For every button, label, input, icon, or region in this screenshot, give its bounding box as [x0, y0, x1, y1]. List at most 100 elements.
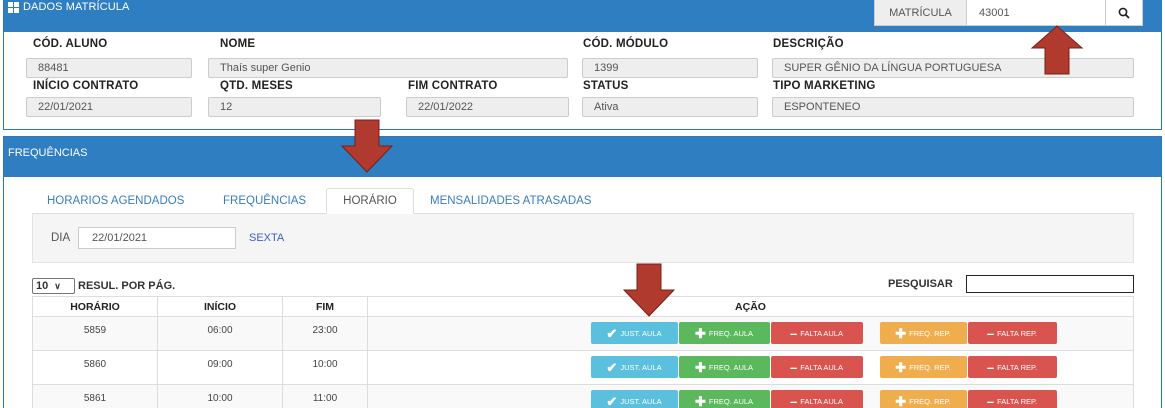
cell-acao: ✔ JUST. AULA ✚ FREQ. AULA – FALTA AULA ✚ FREQ. … [367, 384, 1134, 408]
cell-horario: 5860 [32, 350, 158, 385]
freq-rep-button[interactable]: ✚ FREQ. REP. [879, 356, 967, 378]
matricula-title-text: DADOS MATRÍCULA [23, 1, 130, 13]
arrow-annotation-down [340, 119, 394, 173]
matricula-panel-header: DADOS MATRÍCULA MATRÍCULA [4, 0, 1161, 32]
arrow-annotation-up [1030, 25, 1084, 75]
freq-aula-button[interactable]: ✚ FREQ. AULA [678, 322, 770, 344]
check-icon: ✔ [606, 393, 618, 408]
matricula-search-button[interactable] [1105, 0, 1142, 25]
grid-icon [8, 1, 19, 13]
cell-inicio: 06:00 [157, 316, 283, 351]
table-header-row: HORÁRIO INÍCIO FIM AÇÃO [32, 296, 1134, 317]
dia-filter: DIA 22/01/2021 SEXTA [32, 214, 1134, 263]
tab-bar: HORARIOS AGENDADOS FREQUÊNCIAS HORÁRIO M… [32, 188, 1134, 214]
per-page-label: RESUL. POR PÁG. [78, 280, 176, 292]
falta-aula-button[interactable]: – FALTA AULA [770, 390, 863, 408]
cell-horario: 5861 [32, 384, 158, 408]
per-page-value: 10 [36, 280, 49, 292]
minus-icon: – [986, 393, 995, 408]
page: DADOS MATRÍCULA MATRÍCULA CÓD. ALUNO NOM… [0, 0, 1165, 408]
cod-aluno-field: 88481 [26, 58, 192, 78]
cell-fim: 23:00 [282, 316, 368, 351]
pesquisar-input[interactable] [966, 275, 1134, 293]
status-field: Ativa [582, 97, 758, 117]
minus-icon: – [790, 325, 798, 341]
cell-acao: ✔ JUST. AULA ✚ FREQ. AULA – FALTA AULA ✚ FREQ. … [367, 316, 1134, 351]
fim-contrato-field: 22/01/2022 [406, 97, 569, 117]
plus-icon: ✚ [694, 359, 706, 375]
freq-aula-button[interactable]: ✚ FREQ. AULA [678, 356, 770, 378]
cell-fim: 11:00 [282, 384, 368, 408]
tab-horario[interactable]: HORÁRIO [326, 188, 414, 214]
plus-icon: ✚ [895, 359, 907, 375]
frequencias-panel-header: FREQUÊNCIAS [4, 137, 1161, 177]
freq-rep-button[interactable]: ✚ FREQ. REP. [879, 322, 967, 344]
dia-input[interactable]: 22/01/2021 [78, 227, 236, 249]
frequencias-title: FREQUÊNCIAS [8, 147, 88, 159]
descricao-label: DESCRIÇÃO [773, 38, 844, 50]
falta-rep-button[interactable]: – FALTA REP. [967, 390, 1057, 408]
just-aula-button[interactable]: ✔ JUST. AULA [590, 390, 678, 408]
col-inicio[interactable]: INÍCIO [157, 296, 283, 317]
nome-field: Thaís super Genio [208, 58, 568, 78]
freq-aula-button[interactable]: ✚ FREQ. AULA [678, 390, 770, 408]
dia-weekday: SEXTA [249, 232, 285, 244]
pesquisar-label: PESQUISAR [888, 278, 953, 290]
table-row: 5859 06:00 23:00 ✔ JUST. AULA ✚ FREQ. AULA –… [32, 316, 1134, 351]
plus-icon: ✚ [895, 325, 907, 341]
frequencias-panel: FREQUÊNCIAS HORARIOS AGENDADOS FREQUÊNCI… [3, 136, 1162, 408]
cell-inicio: 10:00 [157, 384, 283, 408]
tipo-marketing-field: ESPONTENEO [772, 97, 1134, 117]
falta-rep-button[interactable]: – FALTA REP. [967, 356, 1057, 378]
cell-inicio: 09:00 [157, 350, 283, 385]
cell-horario: 5859 [32, 316, 158, 351]
table-row: 5861 10:00 11:00 ✔ JUST. AULA ✚ FREQ. AULA –… [32, 384, 1134, 408]
inicio-contrato-field: 22/01/2021 [26, 97, 192, 117]
status-label: STATUS [583, 80, 629, 92]
just-aula-button[interactable]: ✔ JUST. AULA [590, 356, 678, 378]
nome-label: NOME [220, 38, 256, 50]
plus-icon: ✚ [694, 325, 706, 341]
minus-icon: – [790, 393, 798, 408]
falta-aula-button[interactable]: – FALTA AULA [770, 322, 863, 344]
inicio-contrato-label: INÍCIO CONTRATO [33, 80, 139, 92]
col-acao: AÇÃO [367, 296, 1134, 317]
plus-icon: ✚ [895, 393, 907, 408]
tipo-marketing-label: TIPO MARKETING [773, 80, 876, 92]
falta-aula-button[interactable]: – FALTA AULA [770, 356, 863, 378]
check-icon: ✔ [606, 325, 618, 341]
freq-rep-button[interactable]: ✚ FREQ. REP. [879, 390, 967, 408]
falta-rep-button[interactable]: – FALTA REP. [967, 322, 1057, 344]
table-row: 5860 09:00 10:00 ✔ JUST. AULA ✚ FREQ. AULA –… [32, 350, 1134, 385]
matricula-panel: DADOS MATRÍCULA MATRÍCULA CÓD. ALUNO NOM… [3, 0, 1162, 130]
just-aula-button[interactable]: ✔ JUST. AULA [590, 322, 678, 344]
tab-frequencias[interactable]: FREQUÊNCIAS [223, 188, 306, 214]
check-icon: ✔ [606, 359, 618, 375]
col-fim[interactable]: FIM [282, 296, 368, 317]
tab-mensalidades-atrasadas[interactable]: MENSALIDADES ATRASADAS [430, 188, 591, 214]
per-page-select[interactable]: 10 ∨ [32, 278, 75, 294]
cell-fim: 10:00 [282, 350, 368, 385]
qtd-meses-field: 12 [208, 97, 381, 117]
cod-modulo-field: 1399 [582, 58, 758, 78]
tab-horarios-agendados[interactable]: HORARIOS AGENDADOS [47, 188, 184, 214]
matricula-search-group: MATRÍCULA [874, 0, 1143, 26]
matricula-panel-title: DADOS MATRÍCULA [8, 1, 129, 13]
cod-modulo-label: CÓD. MÓDULO [583, 38, 669, 50]
matricula-search-input[interactable] [967, 0, 1105, 25]
col-horario[interactable]: HORÁRIO [32, 296, 158, 317]
plus-icon: ✚ [694, 393, 706, 408]
minus-icon: – [986, 359, 995, 375]
dia-label: DIA [51, 232, 71, 244]
horario-table: HORÁRIO INÍCIO FIM AÇÃO 5859 06:00 23:00… [32, 296, 1134, 408]
minus-icon: – [790, 359, 798, 375]
search-icon [1118, 7, 1130, 19]
matricula-search-label: MATRÍCULA [875, 0, 967, 25]
cell-acao: ✔ JUST. AULA ✚ FREQ. AULA – FALTA AULA ✚ FREQ. … [367, 350, 1134, 385]
minus-icon: – [986, 325, 995, 341]
arrow-annotation-down [622, 263, 676, 317]
per-page-control: 10 ∨ RESUL. POR PÁG. [32, 278, 175, 294]
qtd-meses-label: QTD. MESES [220, 80, 293, 92]
fim-contrato-label: FIM CONTRATO [408, 80, 498, 92]
chevron-down-icon: ∨ [54, 280, 61, 291]
